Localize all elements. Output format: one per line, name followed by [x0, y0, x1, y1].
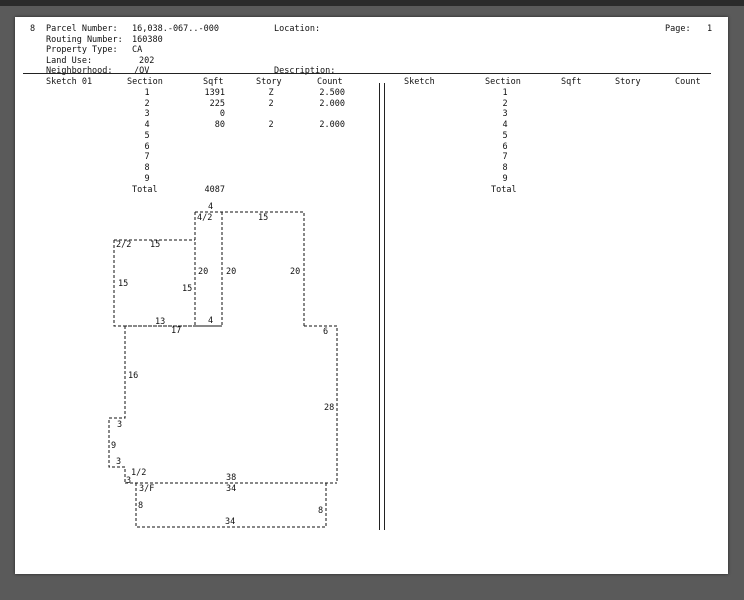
sketch-dimension-label: 2/2	[116, 240, 131, 250]
sketch-dimension-label: 4	[208, 202, 213, 212]
sketch-dimension-label: 3	[126, 476, 131, 486]
sketch-dimension-label: 28	[324, 403, 334, 413]
sketch-dimension-label: 16	[128, 371, 138, 381]
sketch-dimension-label: 15	[118, 279, 128, 289]
sketch-dimension-label: 8	[318, 506, 323, 516]
sketch-dimension-label: 1/2	[131, 468, 146, 478]
sketch-dimension-label: 3/F	[139, 484, 154, 494]
report-page: 8 Parcel Number: 16,038.-067..-000 Locat…	[15, 17, 728, 574]
sketch-dimension-label: 38	[226, 473, 236, 483]
sketch-dimension-label: 15	[182, 284, 192, 294]
sketch-dimension-label: 3	[117, 420, 122, 430]
sketch-dimension-label: 4	[208, 316, 213, 326]
sketch-dimension-label: 15	[258, 213, 268, 223]
sketch-dimension-label: 4/2	[197, 213, 212, 223]
sketch-dimension-label: 8	[138, 501, 143, 511]
document-viewer: 8 Parcel Number: 16,038.-067..-000 Locat…	[0, 0, 744, 600]
sketch-dimension-label: 13	[155, 317, 165, 327]
sketch-dimension-label: 20	[290, 267, 300, 277]
sketch-dimension-label: 17	[171, 326, 181, 336]
viewer-top-bar	[0, 0, 744, 6]
sketch-dimension-label: 20	[198, 267, 208, 277]
sketch-dimension-label: 34	[226, 484, 236, 494]
sketch-dimension-label: 9	[111, 441, 116, 451]
sketch-outline	[108, 211, 338, 528]
sketch-dimension-label: 6	[323, 327, 328, 337]
sketch-dimension-labels: 44/2 152/2 1520 20 2015 1513174616283931/23 38…	[111, 202, 334, 527]
sketch-edge	[195, 211, 305, 326]
sketch-dimension-label: 20	[226, 267, 236, 277]
sketch-dimension-label: 3	[116, 457, 121, 467]
sketch-dimension-label: 34	[225, 517, 235, 527]
sketch-dimension-label: 15	[150, 240, 160, 250]
building-sketch: 44/2 152/2 1520 20 2015 1513174616283931/23 38…	[108, 202, 338, 528]
